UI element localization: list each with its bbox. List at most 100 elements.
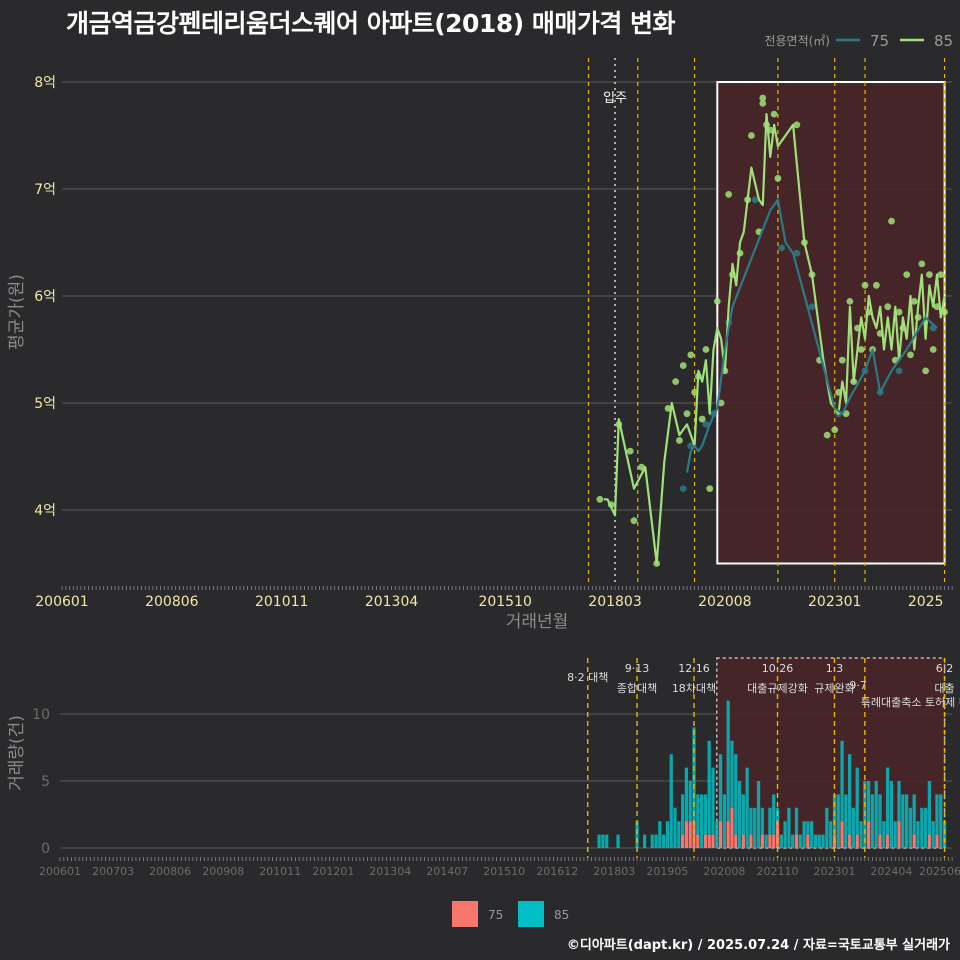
bar-85 <box>756 781 761 848</box>
bar-85 <box>939 794 943 848</box>
bar-75 <box>885 834 890 848</box>
bar-75 <box>718 821 723 848</box>
bar-75 <box>692 821 696 848</box>
bar-85 <box>920 807 924 848</box>
bar-85 <box>779 834 783 848</box>
bar-85 <box>772 794 776 835</box>
price-chart: 4억 5억 6억 7억 8억입주 200601 200806 201011 201304 2015… <box>7 58 953 632</box>
bar-85 <box>942 821 947 848</box>
bar-85 <box>643 834 647 848</box>
legend-swatch-85 <box>518 901 544 927</box>
bar-85 <box>912 794 916 835</box>
y-tick-label: 7억 <box>34 182 56 198</box>
bar-75 <box>726 821 730 848</box>
policy-date: 10·26 <box>762 662 794 675</box>
bar-85 <box>730 740 734 808</box>
bar-85 <box>707 740 711 835</box>
y-tick-label: 5 <box>41 774 50 790</box>
policy-date: 6·2 <box>936 662 954 675</box>
policy-date: 1·3 <box>826 662 844 675</box>
bar-85 <box>699 794 704 848</box>
bar-85 <box>870 794 875 848</box>
scatter-point-85 <box>823 431 831 439</box>
scatter-point-85 <box>774 174 782 182</box>
x-tick-label: 200908 <box>202 865 244 878</box>
bar-85 <box>916 821 920 848</box>
x-tick-label: 201803 <box>593 865 635 878</box>
bar-85 <box>825 807 829 848</box>
bar-85 <box>829 821 833 848</box>
x-tick-label: 201510 <box>483 865 525 878</box>
bar-85 <box>787 807 791 848</box>
x-tick-label: 202008 <box>698 594 751 610</box>
policy-date: 9·7 <box>849 679 867 692</box>
bar-85 <box>654 834 658 848</box>
bar-75 <box>912 834 916 848</box>
bar-75 <box>707 834 711 848</box>
x-tick-label: 202301 <box>808 594 861 610</box>
x-tick-label: 201612 <box>536 865 578 878</box>
bar-75 <box>703 834 707 848</box>
bar-75 <box>711 834 715 848</box>
highlight-region <box>716 81 946 565</box>
y-tick-label: 4억 <box>34 503 56 519</box>
x-tick-label: 201510 <box>478 594 531 610</box>
bar-75 <box>684 821 689 848</box>
bar-85 <box>848 754 852 835</box>
bar-75 <box>897 821 901 848</box>
bar-75 <box>680 834 685 848</box>
bar-75 <box>840 821 844 848</box>
legend-label-75: 75 <box>488 908 503 922</box>
bar-75 <box>775 821 780 848</box>
scatter-point-85 <box>630 517 638 525</box>
scatter-point-85 <box>747 132 755 139</box>
scatter-point-85 <box>926 271 933 278</box>
bar-85 <box>923 807 928 848</box>
scatter-point-75 <box>778 244 786 252</box>
y-tick-label: 10 <box>32 707 50 723</box>
x-tick-label: 201905 <box>646 865 688 878</box>
bar-85 <box>791 834 795 848</box>
bar-85 <box>821 834 825 848</box>
scatter-point-85 <box>861 281 869 289</box>
bar-75 <box>760 834 764 848</box>
bar-85 <box>813 834 818 848</box>
bar-85 <box>688 781 692 822</box>
bar-85 <box>840 740 844 822</box>
bar-85 <box>749 807 753 835</box>
footer-credit: ©디아파트(dapt.kr) / 2025.07.24 / 자료=국토교통부 실… <box>566 938 950 953</box>
bar-85 <box>753 807 757 848</box>
scatter-point-85 <box>922 367 930 375</box>
bar-85 <box>851 807 856 848</box>
bar-85 <box>783 821 787 848</box>
bar-75 <box>935 834 939 848</box>
policy-label: 8·2 대책 <box>567 671 608 684</box>
scatter-point-85 <box>626 447 634 455</box>
chart-canvas: 4억 5억 6억 7억 8억입주 200601 200806 201011 201304 2015… <box>7 32 960 927</box>
x-axis-title: 거래년월 <box>506 612 569 632</box>
bar-85 <box>601 834 605 848</box>
scatter-point-85 <box>846 297 854 305</box>
bar-85 <box>874 781 878 848</box>
bar-85 <box>935 794 939 835</box>
bar-85 <box>817 834 821 848</box>
bar-85 <box>794 807 799 835</box>
scatter-point-85 <box>706 485 714 492</box>
policy-date: 12·16 <box>678 662 710 675</box>
legend-label-85: 85 <box>934 32 953 50</box>
bar-85 <box>745 767 749 848</box>
bar-75 <box>696 834 700 848</box>
scatter-point-85 <box>596 495 604 503</box>
volume-legend: 75 85 <box>452 901 569 927</box>
bar-75 <box>855 834 859 848</box>
bar-75 <box>749 834 753 848</box>
legend-title: 전용면적(㎡) <box>764 34 830 48</box>
bar-85 <box>684 767 689 822</box>
bar-75 <box>878 834 882 848</box>
y-axis-title: 평균가(원) <box>7 274 27 350</box>
scatter-point-85 <box>687 351 695 359</box>
bar-85 <box>703 794 707 835</box>
bar-85 <box>726 700 730 822</box>
bar-85 <box>734 754 738 835</box>
bar-85 <box>893 821 897 848</box>
